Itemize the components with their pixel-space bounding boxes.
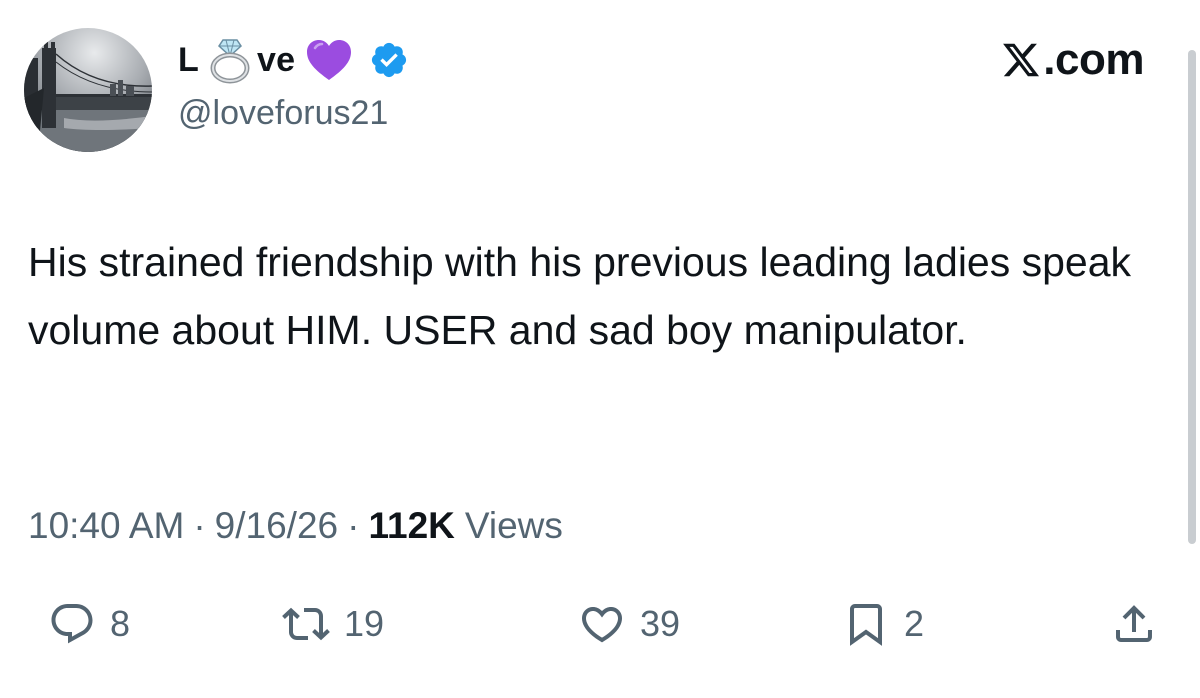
share-button[interactable] xyxy=(1110,596,1158,652)
tweet-meta: 10:40 AM · 9/16/26 · 112K Views xyxy=(28,505,563,547)
views-label[interactable]: Views xyxy=(465,505,563,547)
brand-domain: .com xyxy=(1043,35,1144,84)
brand-label: .com xyxy=(1001,38,1144,82)
verified-badge-icon[interactable] xyxy=(369,40,409,80)
purple-heart-icon xyxy=(307,40,352,80)
meta-separator: · xyxy=(347,505,360,546)
bookmark-count: 2 xyxy=(904,603,925,644)
x-logo-icon xyxy=(1003,43,1040,77)
bridge-skyline-avatar xyxy=(24,28,152,152)
meta-separator: · xyxy=(193,505,206,546)
scrollbar[interactable] xyxy=(1188,50,1196,544)
tweet-text: His strained friendship with his previou… xyxy=(28,239,1132,353)
display-name-start: L xyxy=(178,41,199,79)
tweet-time[interactable]: 10:40 AM xyxy=(28,505,184,547)
views-count[interactable]: 112K xyxy=(368,505,454,547)
retweet-button[interactable]: 19 xyxy=(282,596,384,652)
display-name[interactable]: L ve xyxy=(178,36,409,84)
reply-count: 8 xyxy=(110,603,131,644)
tweet-date[interactable]: 9/16/26 xyxy=(215,505,338,547)
ring-icon xyxy=(210,39,250,84)
user-handle[interactable]: @loveforus21 xyxy=(178,96,388,130)
heart-icon xyxy=(581,607,623,643)
like-count: 39 xyxy=(640,603,681,644)
like-button[interactable]: 39 xyxy=(578,596,680,652)
retweet-icon xyxy=(282,607,330,641)
retweet-count: 19 xyxy=(344,603,385,644)
display-name-end: ve xyxy=(256,41,296,79)
reply-button[interactable]: 8 xyxy=(48,596,130,652)
reply-icon xyxy=(51,604,93,644)
bookmark-button[interactable]: 2 xyxy=(842,596,924,652)
avatar[interactable] xyxy=(24,28,152,152)
action-bar: 8 19 39 2 xyxy=(0,596,1200,652)
share-icon xyxy=(1116,605,1152,642)
bookmark-icon xyxy=(850,604,882,646)
